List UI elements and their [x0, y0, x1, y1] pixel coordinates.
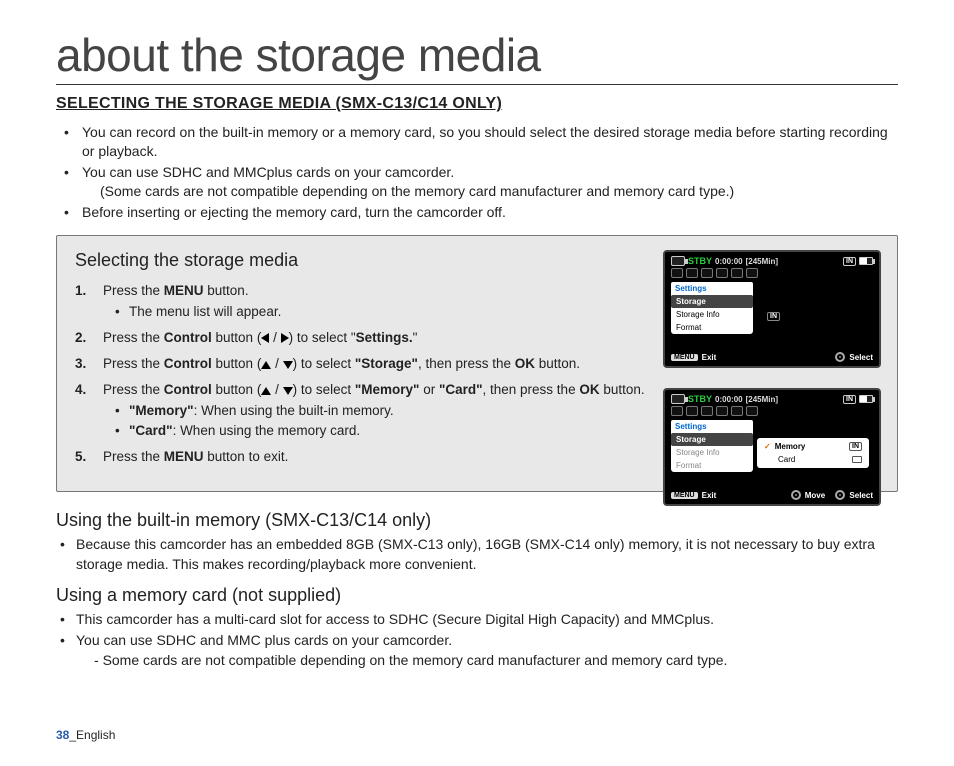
- step-4: Press the Control button ( / ) to select…: [75, 380, 655, 441]
- remain-time: [245Min]: [746, 257, 778, 266]
- mini-icon: [701, 406, 713, 416]
- page-lang: _English: [69, 728, 115, 742]
- step-1-sub: The menu list will appear.: [115, 302, 655, 322]
- triangle-up-icon: [261, 361, 271, 369]
- section-heading: SELECTING THE STORAGE MEDIA (SMX-C13/C14…: [56, 95, 898, 113]
- stby-label: STBY: [688, 394, 712, 404]
- intro-bullet-3: Before inserting or ejecting the memory …: [64, 203, 898, 222]
- steps-list: Press the MENU button. The menu list wil…: [75, 281, 655, 467]
- lcd-screenshots: STBY 0:00:00 [245Min] IN: [663, 250, 881, 526]
- menu-format: Format: [671, 321, 753, 334]
- triangle-left-icon: [261, 333, 269, 343]
- step-4-sub-2: "Card": When using the memory card.: [115, 421, 655, 441]
- intro-bullet-2: You can use SDHC and MMCplus cards on yo…: [64, 163, 898, 201]
- exit-label: Exit: [702, 491, 717, 500]
- battery-icon: [859, 257, 873, 265]
- menu-storage: Storage: [671, 433, 753, 446]
- builtin-bullets: Because this camcorder has an embedded 8…: [56, 535, 898, 574]
- step-5: Press the MENU button to exit.: [75, 447, 655, 467]
- card-icon: [852, 456, 862, 463]
- triangle-down-icon: [283, 361, 293, 369]
- ok-dot-icon: [835, 490, 845, 500]
- page-number: 38: [56, 728, 69, 742]
- camera-icon: [671, 256, 685, 266]
- page-title: about the storage media: [56, 28, 898, 85]
- move-label: Move: [805, 491, 825, 500]
- intro-bullet-1: You can record on the built-in memory or…: [64, 123, 898, 161]
- menu-storage: Storage: [671, 295, 753, 308]
- step-3: Press the Control button ( / ) to select…: [75, 354, 655, 374]
- dpad-icon: [791, 490, 801, 500]
- mini-icon: [686, 268, 698, 278]
- triangle-right-icon: [281, 333, 289, 343]
- intro-bullets: You can record on the built-in memory or…: [56, 123, 898, 221]
- ok-dot-icon: [835, 352, 845, 362]
- memcard-bullet-2-sub: - Some cards are not compatible dependin…: [76, 651, 898, 671]
- panel-heading: Selecting the storage media: [75, 250, 655, 271]
- step-4-sub-1: "Memory": When using the built-in memory…: [115, 401, 655, 421]
- menu-button-label: MENU: [671, 492, 698, 499]
- time-counter: 0:00:00: [715, 257, 743, 266]
- time-counter: 0:00:00: [715, 395, 743, 404]
- in-chip-small: IN: [767, 312, 780, 321]
- select-label: Select: [849, 353, 873, 362]
- mini-icon: [716, 268, 728, 278]
- steps-panel: Selecting the storage media Press the ME…: [56, 235, 898, 492]
- mini-icon: [671, 268, 683, 278]
- mini-icon: [746, 406, 758, 416]
- stby-label: STBY: [688, 256, 712, 266]
- select-label: Select: [849, 491, 873, 500]
- in-chip: IN: [843, 395, 856, 404]
- mini-icon: [731, 268, 743, 278]
- triangle-down-icon: [283, 387, 293, 395]
- mini-icon: [731, 406, 743, 416]
- value-card: Card: [761, 453, 865, 466]
- lcd-screen-2: STBY 0:00:00 [245Min] IN: [663, 388, 881, 506]
- mini-icon: [701, 268, 713, 278]
- memcard-bullets: This camcorder has a multi-card slot for…: [56, 610, 898, 671]
- menu-storage-info: Storage Info: [671, 446, 753, 459]
- memcard-bullet-1: This camcorder has a multi-card slot for…: [60, 610, 898, 630]
- step-1: Press the MENU button. The menu list wil…: [75, 281, 655, 322]
- intro-bullet-2-sub: (Some cards are not compatible depending…: [82, 182, 898, 201]
- settings-tab: Settings: [671, 282, 753, 295]
- in-chip: IN: [843, 257, 856, 266]
- remain-time: [245Min]: [746, 395, 778, 404]
- lcd-screen-1: STBY 0:00:00 [245Min] IN: [663, 250, 881, 368]
- exit-label: Exit: [702, 353, 717, 362]
- step-2: Press the Control button ( / ) to select…: [75, 328, 655, 348]
- menu-format: Format: [671, 459, 753, 472]
- in-chip-small: IN: [849, 442, 862, 451]
- page-footer: 38_English: [56, 728, 115, 742]
- menu-button-label: MENU: [671, 354, 698, 361]
- builtin-bullet-1: Because this camcorder has an embedded 8…: [60, 535, 898, 574]
- battery-icon: [859, 395, 873, 403]
- mini-icon: [716, 406, 728, 416]
- camera-icon: [671, 394, 685, 404]
- mini-icon: [746, 268, 758, 278]
- mini-icon: [671, 406, 683, 416]
- settings-tab: Settings: [671, 420, 753, 433]
- triangle-up-icon: [261, 387, 271, 395]
- value-memory: ✓ Memory IN: [761, 440, 865, 453]
- memcard-heading: Using a memory card (not supplied): [56, 585, 898, 606]
- memcard-bullet-2: You can use SDHC and MMC plus cards on y…: [60, 631, 898, 670]
- check-icon: ✓: [764, 442, 771, 451]
- menu-storage-info: Storage Info: [671, 308, 753, 321]
- mini-icon: [686, 406, 698, 416]
